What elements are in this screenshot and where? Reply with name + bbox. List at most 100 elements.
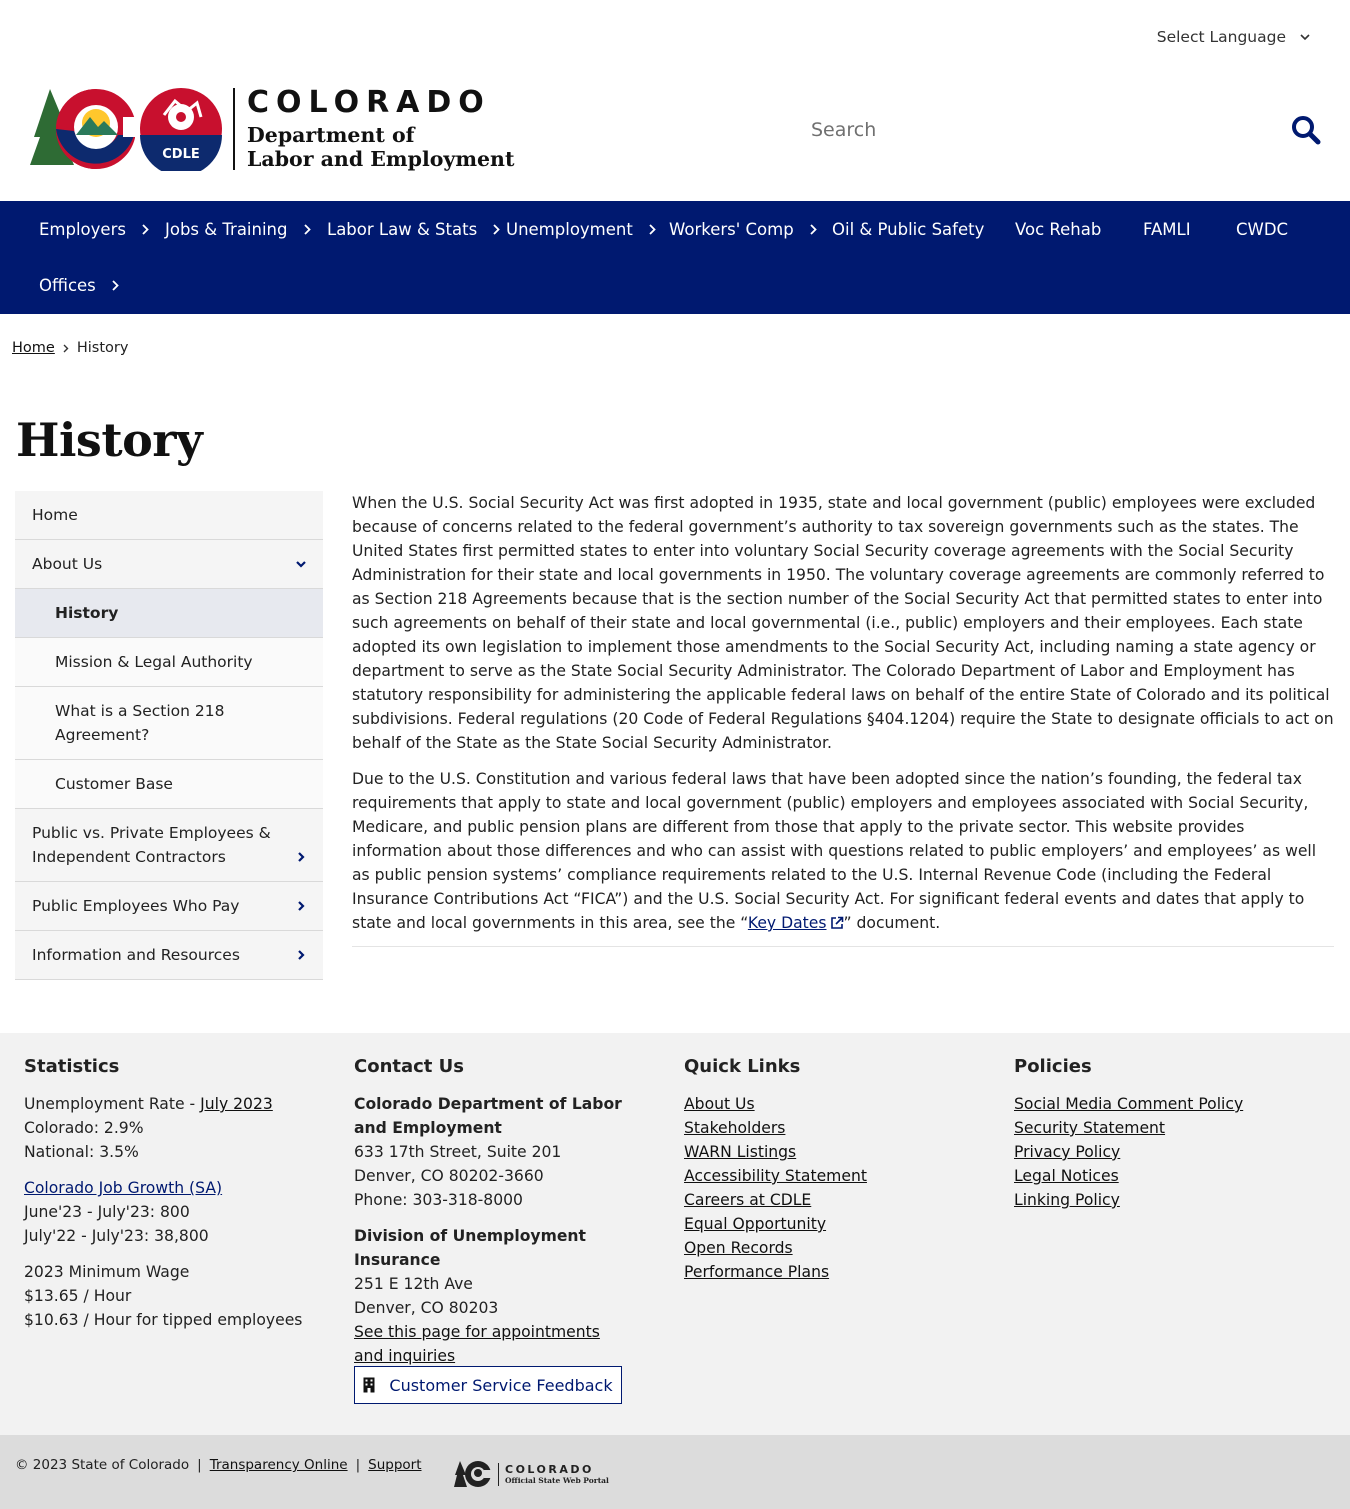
nav-jobs-training[interactable]: Jobs & Training — [165, 201, 311, 257]
search-icon[interactable] — [1290, 114, 1322, 146]
brand-dept-line1: Department of — [247, 123, 415, 147]
footer-heading: Contact Us — [354, 1056, 465, 1077]
policy-privacy[interactable]: Privacy Policy — [1014, 1140, 1314, 1164]
language-select[interactable]: Select Language — [1157, 28, 1310, 46]
quick-link-open-records[interactable]: Open Records — [684, 1236, 984, 1260]
quick-link-about-us[interactable]: About Us — [684, 1092, 984, 1116]
cdle-badge-icon: CDLE — [140, 88, 222, 171]
footer-statistics: Statistics Unemployment Rate - July 2023… — [24, 1055, 324, 1332]
nav-unemployment[interactable]: Unemployment — [506, 201, 656, 257]
copyright: © 2023 State of Colorado — [15, 1457, 190, 1473]
sidenav-about-us[interactable]: About Us — [15, 540, 323, 589]
job-growth-monthly: June'23 - July'23: 800 — [24, 1203, 190, 1221]
footer: Statistics Unemployment Rate - July 2023… — [0, 1033, 1350, 1435]
nav-label: CWDC — [1236, 219, 1289, 239]
customer-feedback-button[interactable]: Customer Service Feedback — [354, 1366, 622, 1404]
breadcrumb: Home History — [12, 340, 128, 356]
chevron-right-icon[interactable] — [295, 851, 307, 863]
footer-heading: Policies — [1014, 1056, 1092, 1077]
site-logo[interactable]: CDLE COLORADO Department of Labor and Em… — [30, 85, 514, 173]
contact-org-name: Colorado Department of Labor and Employm… — [354, 1095, 622, 1137]
sidenav-label: Mission & Legal Authority — [55, 653, 253, 671]
quick-link-careers[interactable]: Careers at CDLE — [684, 1188, 984, 1212]
sidenav-label: What is a Section 218 Agreement? — [55, 702, 225, 744]
nav-label: Employers — [39, 219, 126, 239]
chevron-right-icon — [303, 223, 311, 235]
quick-link-accessibility[interactable]: Accessibility Statement — [684, 1164, 984, 1188]
chevron-right-icon[interactable] — [295, 949, 307, 961]
sidenav-section-218[interactable]: What is a Section 218 Agreement? — [15, 687, 323, 760]
brand-dept-line2: Labor and Employment — [247, 147, 515, 171]
contact-address-line1: 633 17th Street, Suite 201 — [354, 1143, 562, 1161]
sidenav-public-vs-private[interactable]: Public vs. Private Employees & Independe… — [15, 809, 323, 882]
customer-feedback-label: Customer Service Feedback — [389, 1375, 613, 1395]
nav-oil-public-safety[interactable]: Oil & Public Safety — [832, 201, 984, 257]
nav-label: FAMLI — [1143, 219, 1191, 239]
bottom-bar: © 2023 State of Colorado | Transparency … — [0, 1435, 1350, 1509]
nav-label: Labor Law & Stats — [327, 219, 478, 239]
search-bar — [796, 106, 1326, 154]
sidenav-customer-base[interactable]: Customer Base — [15, 760, 323, 809]
nav-offices[interactable]: Offices — [39, 257, 119, 313]
national-rate: National: 3.5% — [24, 1143, 139, 1161]
state-portal-logo[interactable]: COLORADO Official State Web Portal — [454, 1459, 609, 1489]
min-wage-heading: 2023 Minimum Wage — [24, 1263, 190, 1281]
chevron-right-icon[interactable] — [295, 900, 307, 912]
nav-labor-law-stats[interactable]: Labor Law & Stats — [327, 201, 500, 257]
chevron-down-icon[interactable] — [295, 558, 307, 570]
portal-text: COLORADO Official State Web Portal — [498, 1462, 609, 1486]
job-growth-yearly: July'22 - July'23: 38,800 — [24, 1227, 209, 1245]
sidenav-home[interactable]: Home — [15, 491, 323, 540]
job-growth-link[interactable]: Colorado Job Growth (SA) — [24, 1176, 324, 1200]
brand-divider — [233, 88, 235, 170]
division-address-line1: 251 E 12th Ave — [354, 1275, 473, 1293]
sidenav-label: Public Employees Who Pay — [32, 897, 240, 915]
policy-security-statement[interactable]: Security Statement — [1014, 1116, 1314, 1140]
transparency-online-link[interactable]: Transparency Online — [210, 1457, 348, 1473]
nav-cwdc[interactable]: CWDC — [1236, 201, 1288, 257]
sidenav-label: About Us — [32, 555, 103, 573]
division-address-line2: Denver, CO 80203 — [354, 1299, 499, 1317]
key-dates-link[interactable]: Key Dates — [748, 914, 827, 932]
quick-link-stakeholders[interactable]: Stakeholders — [684, 1116, 984, 1140]
cdle-badge-text: CDLE — [162, 147, 200, 162]
portal-subtitle: Official State Web Portal — [505, 1475, 609, 1485]
policy-legal-notices[interactable]: Legal Notices — [1014, 1164, 1314, 1188]
sidenav-mission-legal-authority[interactable]: Mission & Legal Authority — [15, 638, 323, 687]
chevron-right-icon — [649, 223, 656, 235]
footer-quick-links: Quick Links About Us Stakeholders WARN L… — [684, 1055, 984, 1284]
main-nav: Employers Jobs & Training Labor Law & St… — [0, 201, 1350, 314]
brand-state: COLORADO — [247, 85, 491, 120]
sidenav-information-resources[interactable]: Information and Resources — [15, 931, 323, 980]
quick-link-performance-plans[interactable]: Performance Plans — [684, 1260, 984, 1284]
paragraph-text: ” document. — [843, 914, 941, 932]
bottom-links: © 2023 State of Colorado | Transparency … — [15, 1457, 422, 1473]
nav-employers[interactable]: Employers — [39, 201, 149, 257]
colorado-c-logo-icon — [30, 89, 135, 169]
nav-label: Unemployment — [506, 219, 633, 239]
nav-label: Offices — [39, 275, 96, 295]
support-link[interactable]: Support — [368, 1457, 421, 1473]
policy-linking[interactable]: Linking Policy — [1014, 1188, 1314, 1212]
quick-link-equal-opportunity[interactable]: Equal Opportunity — [684, 1212, 984, 1236]
main-content: When the U.S. Social Security Act was fi… — [352, 491, 1334, 947]
sidenav-public-employees-who-pay[interactable]: Public Employees Who Pay — [15, 882, 323, 931]
chevron-right-icon — [142, 223, 149, 235]
policy-social-media[interactable]: Social Media Comment Policy — [1014, 1092, 1314, 1116]
nav-voc-rehab[interactable]: Voc Rehab — [1015, 201, 1101, 257]
unemployment-rate-link[interactable]: July 2023 — [200, 1095, 273, 1113]
sidenav-history[interactable]: History — [15, 589, 323, 638]
min-wage-tipped: $10.63 / Hour for tipped employees — [24, 1311, 303, 1329]
nav-workers-comp[interactable]: Workers' Comp — [669, 201, 817, 257]
language-select-label: Select Language — [1156, 28, 1286, 46]
quick-link-warn-listings[interactable]: WARN Listings — [684, 1140, 984, 1164]
footer-policies: Policies Social Media Comment Policy Sec… — [1014, 1055, 1314, 1212]
external-link-icon — [830, 916, 843, 929]
appointments-link[interactable]: See this page for appointments and inqui… — [354, 1320, 624, 1368]
breadcrumb-home[interactable]: Home — [12, 340, 55, 356]
nav-famli[interactable]: FAMLI — [1143, 201, 1191, 257]
search-input[interactable] — [796, 119, 1266, 141]
contact-division-name: Division of Unemployment Insurance — [354, 1227, 586, 1269]
